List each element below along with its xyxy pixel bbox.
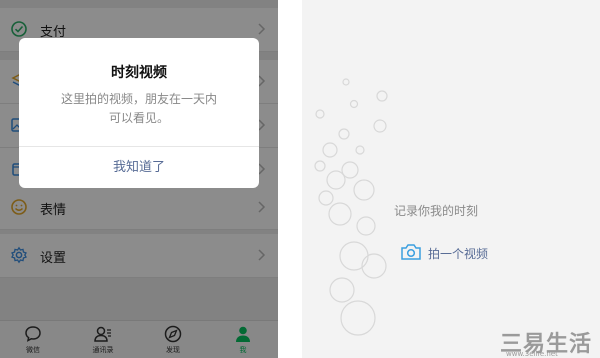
- dialog-message: 这里拍的视频，朋友在一天内 可以看见。: [39, 90, 239, 128]
- got-it-button[interactable]: 我知道了: [19, 147, 259, 188]
- dialog-message-line: 可以看见。: [108, 111, 169, 125]
- dialog-title: 时刻视频: [111, 65, 167, 81]
- me-page: 支付 表情 设置 微信 通讯录 发现 我 时刻视频 这里拍的视频，朋友在一天内 …: [0, 0, 278, 358]
- dialog-message-line: 这里拍的视频，朋友在一天内: [60, 92, 217, 106]
- camera-icon: [401, 244, 421, 260]
- empty-state-caption: 记录你我的时刻: [394, 204, 479, 218]
- moments-video-page: 记录你我的时刻 拍一个视频: [302, 0, 600, 358]
- watermark: 三易生活 www.3elife.net: [500, 326, 600, 358]
- shoot-video-label: 拍一个视频: [428, 247, 489, 261]
- bubbles-decoration: [314, 78, 388, 336]
- watermark-url: www.3elife.net: [506, 350, 558, 358]
- moments-video-dialog: 时刻视频 这里拍的视频，朋友在一天内 可以看见。 我知道了: [19, 38, 259, 188]
